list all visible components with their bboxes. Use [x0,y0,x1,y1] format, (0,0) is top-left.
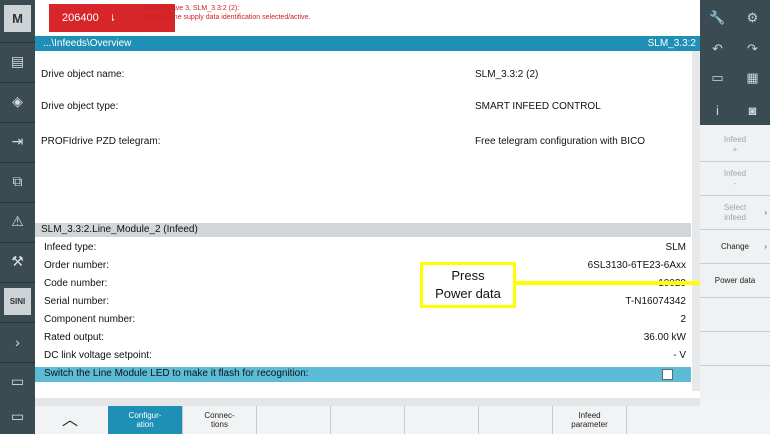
softkey-connections[interactable]: Connec-tions [182,406,256,434]
softkey-infeed-parameter[interactable]: Infeed parameter [552,406,626,434]
info-icon[interactable]: i [700,95,735,125]
led-flash-row[interactable]: Switch the Line Module LED to make it fl… [35,367,691,382]
dc-link-voltage-value: - V [673,350,686,361]
softkey-empty-6[interactable] [700,298,770,332]
softkey-empty-h4[interactable] [330,406,404,434]
breadcrumb: ...\Infeeds\Overview [43,38,132,49]
alarm-line-2: Infeed: Line supply data identification … [145,14,311,21]
infeed-type-value: SLM [665,242,686,253]
callout-line-1: Press [451,268,485,283]
softkey-label: Power data [714,275,756,285]
softkey-label: Connec- [204,411,235,420]
softkey-empty-8[interactable] [700,366,770,400]
softkey-select-infeed[interactable]: Select infeed › [700,196,770,230]
callout-arrow [516,281,706,285]
serial-number-value: T-N16074342 [625,296,686,307]
callout-line-2: Power data [435,286,501,301]
setup-wrench-icon[interactable]: ⚒ [4,248,31,275]
softkey-configuration[interactable]: Configur-ation [108,406,182,434]
softkey-label: Select [723,202,747,212]
alarm-number: 206400 [62,12,99,24]
left-sidebar: M ▤ ◈ ⇥ ⧉ ⚠ ⚒ SINI › ▭ [0,0,35,434]
bottom-strip [35,398,700,406]
undo-icon[interactable]: ↶ [700,36,735,61]
sinumerik-icon[interactable]: SINI [4,288,31,315]
instruction-callout: Press Power data [420,262,516,308]
led-flash-label: Switch the Line Module LED to make it fl… [44,368,309,379]
softkey-empty-h6[interactable] [478,406,552,434]
back-chevron-button[interactable]: ︿ [35,406,105,434]
pzd-telegram-value: Free telegram configuration with BICO [475,136,646,147]
order-number-value: 6SL3130-6TE23-6Axx [587,260,686,271]
drive-object-type-label: Drive object type: [41,101,119,112]
title-bar: ...\Infeeds\Overview SLM_3.3:2 [35,36,700,51]
chevron-right-icon: › [764,242,767,251]
softkey-change[interactable]: Change › [700,230,770,264]
program-manager-icon[interactable]: ⇥ [4,128,31,155]
component-number-value: 2 [680,314,686,325]
infeed-type-label: Infeed type: [44,242,97,253]
drive-object-label: SLM_3.3:2 [647,38,696,49]
chevron-right-icon: › [764,208,767,217]
softkey-infeed-plus[interactable]: Infeed + [700,128,770,162]
down-arrow-icon: ⇂ [108,12,117,23]
drive-object-name-value: SLM_3.3:2 (2) [475,69,539,80]
softkey-infeed-minus[interactable]: Infeed - [700,162,770,196]
softkey-sublabel: + [732,144,738,154]
program-icon[interactable]: ▤ [4,48,31,75]
dc-link-voltage-label: DC link voltage setpoint: [44,350,152,361]
rated-output-value: 36.00 kW [643,332,686,343]
right-softkey-bar: 🔧 ⚙ ↶ ↷ ▭ ▦ i ◙ Infeed + Infeed - Select in… [700,0,770,434]
softkey-power-data[interactable]: Power data [700,264,770,298]
rated-output-label: Rated output: [44,332,105,343]
drive-object-type-value: SMART INFEED CONTROL [475,101,601,112]
softkey-sublabel: infeed [724,212,746,222]
diagnostics-icon[interactable]: ⚠ [4,208,31,235]
softkey-empty-h3[interactable] [256,406,330,434]
softkey-sublabel: ation [136,420,154,429]
softkey-label: Infeed [723,168,747,178]
camera-icon[interactable]: ◙ [735,95,770,125]
softkey-sublabel: parameter [571,420,608,429]
serial-number-label: Serial number: [44,296,110,307]
pzd-telegram-label: PROFIdrive PZD telegram: [41,136,161,147]
settings-icon[interactable]: ⚙ [735,0,770,36]
parameter-icon[interactable]: ◈ [4,88,31,115]
keyboard-icon[interactable]: ▦ [735,61,770,95]
redo-icon[interactable]: ↷ [735,36,770,61]
machine-icon[interactable]: M [4,5,31,32]
softkey-sublabel: - [733,178,737,188]
main-content: Drive object name: SLM_3.3:2 (2) Drive o… [35,51,700,398]
order-number-label: Order number: [44,260,110,271]
alarm-bar: 206400 ⇂ Bus 3, slave 3, SLM_3.3:2 (2): … [35,0,700,36]
drive-object-name-label: Drive object name: [41,69,125,80]
menu-square-icon: ▭ [10,407,25,424]
window-icon[interactable]: ▭ [700,61,735,95]
softkey-empty-h8[interactable] [626,406,700,434]
menu-square-icon[interactable]: ▭ [4,368,31,395]
alarm-message: Bus 3, slave 3, SLM_3.3:2 (2): Infeed: L… [145,4,310,22]
wrench-icon[interactable]: 🔧 [700,0,735,36]
component-number-label: Component number: [44,314,136,325]
softkey-sublabel: tions [211,420,228,429]
chevron-up-icon: ︿ [61,411,78,429]
copy-icon[interactable]: ⧉ [4,168,31,195]
softkey-empty-h5[interactable] [404,406,478,434]
arrow-right-icon[interactable]: › [4,328,31,355]
menu-select-button[interactable]: ▭ [0,398,35,434]
section-header: SLM_3.3:2.Line_Module_2 (Infeed) [35,223,691,237]
led-flash-checkbox[interactable] [662,369,673,380]
softkey-label: Infeed [578,411,601,420]
softkey-label: Infeed [723,134,747,144]
alarm-line-1: Bus 3, slave 3, SLM_3.3:2 (2): [145,5,240,12]
softkey-label: Configur- [128,411,162,420]
softkey-empty-7[interactable] [700,332,770,366]
code-number-label: Code number: [44,278,108,289]
softkey-label: Change [720,241,750,251]
bottom-softkey-bar: ▭ ︿ Configur-ation Connec-tions Infeed pa… [0,398,770,434]
scrollbar[interactable] [692,51,700,391]
